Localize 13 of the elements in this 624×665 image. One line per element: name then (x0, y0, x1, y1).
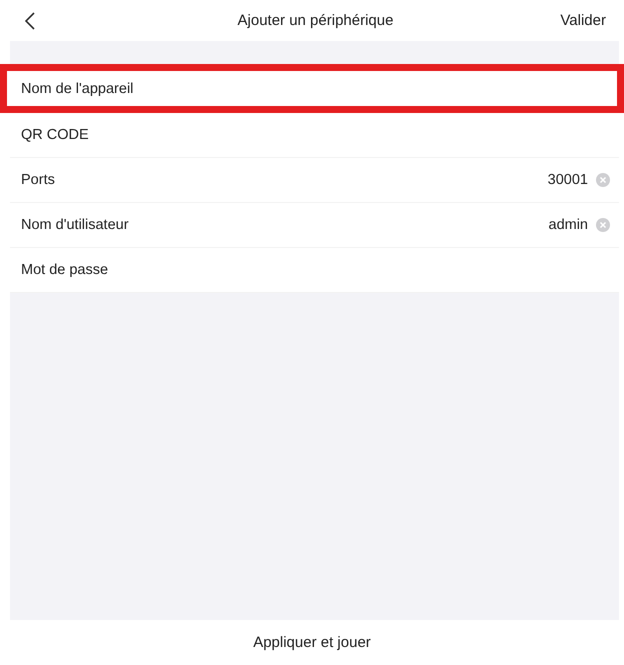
field-label: Mot de passe (21, 262, 108, 278)
clear-icon[interactable] (596, 218, 610, 232)
field-label: Nom d'utilisateur (21, 217, 129, 233)
field-value: admin (548, 217, 588, 233)
page-title: Ajouter un périphérique (238, 12, 394, 28)
form-row[interactable]: Nom de l'appareil (0, 64, 624, 113)
field-label: Nom de l'appareil (21, 80, 134, 96)
field-label: Ports (21, 172, 55, 188)
field-value: 30001 (548, 172, 588, 188)
field-label: QR CODE (21, 127, 89, 143)
clear-icon[interactable] (596, 173, 610, 187)
back-icon[interactable] (25, 12, 35, 30)
validate-button[interactable]: Valider (560, 12, 606, 29)
